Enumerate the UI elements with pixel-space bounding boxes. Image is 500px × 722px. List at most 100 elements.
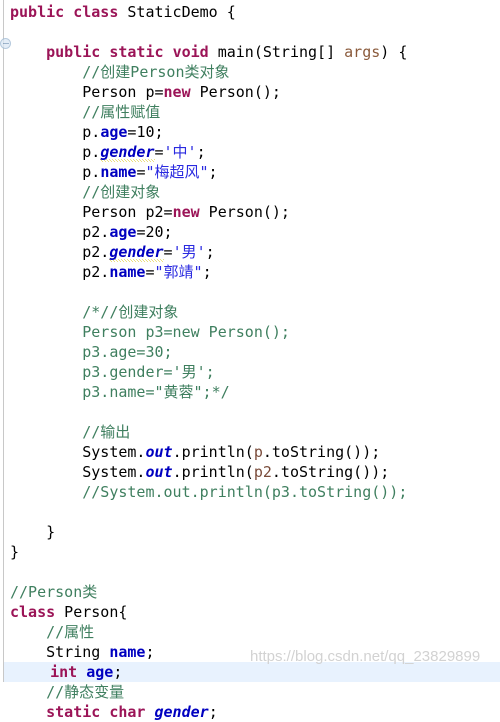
code-line[interactable]: p2.name="郭靖"; bbox=[0, 262, 500, 282]
code-token: //属性赋值 bbox=[10, 103, 161, 121]
code-line[interactable]: class Person{ bbox=[0, 602, 500, 622]
code-token: StaticDemo { bbox=[118, 3, 236, 21]
code-editor-viewport[interactable]: public class StaticDemo { public static … bbox=[0, 0, 500, 721]
code-token: //创建Person类对象 bbox=[10, 63, 230, 81]
code-token: args bbox=[344, 43, 381, 61]
code-token: "梅超风" bbox=[145, 163, 209, 181]
code-line[interactable]: String name; bbox=[0, 642, 500, 662]
code-token: ; bbox=[154, 123, 164, 141]
code-line[interactable]: System.out.println(p2.toString()); bbox=[0, 462, 500, 482]
code-line[interactable]: //静态变量 bbox=[0, 682, 500, 702]
code-token: ; bbox=[145, 643, 155, 661]
code-token: "郭靖" bbox=[154, 263, 203, 281]
code-token: public bbox=[46, 43, 101, 61]
code-token: name bbox=[109, 643, 146, 661]
code-token: Person(); bbox=[199, 203, 290, 221]
code-token: p2. bbox=[10, 223, 110, 241]
code-token: p bbox=[253, 443, 263, 461]
code-token: .println( bbox=[172, 463, 254, 481]
code-line[interactable] bbox=[0, 282, 500, 302]
code-line[interactable]: } bbox=[0, 522, 500, 542]
code-token: 20 bbox=[145, 223, 164, 241]
code-token: //属性 bbox=[10, 623, 95, 641]
code-token: char bbox=[109, 703, 146, 721]
code-line[interactable]: } bbox=[0, 542, 500, 562]
code-token: 10 bbox=[136, 123, 155, 141]
code-token: p2. bbox=[10, 243, 110, 261]
code-line[interactable] bbox=[0, 502, 500, 522]
code-line[interactable] bbox=[0, 22, 500, 42]
code-line[interactable]: p3.age=30; bbox=[0, 342, 500, 362]
code-token: age bbox=[109, 223, 137, 241]
code-line[interactable]: //创建对象 bbox=[0, 182, 500, 202]
code-token: age bbox=[86, 663, 114, 681]
code-line[interactable]: p2.age=20; bbox=[0, 222, 500, 242]
code-token: '中' bbox=[163, 143, 197, 161]
code-line[interactable]: public class StaticDemo { bbox=[0, 2, 500, 22]
code-line[interactable]: //创建Person类对象 bbox=[0, 62, 500, 82]
code-token: public bbox=[10, 3, 65, 21]
code-token: System. bbox=[10, 463, 146, 481]
code-token: System. bbox=[10, 443, 146, 461]
code-token: String bbox=[10, 643, 110, 661]
code-line[interactable]: p.name="梅超风"; bbox=[0, 162, 500, 182]
code-token: Person p= bbox=[10, 83, 164, 101]
code-line[interactable]: Person p3=new Person(); bbox=[0, 322, 500, 342]
code-token: ; bbox=[205, 243, 215, 261]
code-token: void bbox=[172, 43, 209, 61]
code-line[interactable]: /*//创建对象 bbox=[0, 302, 500, 322]
code-token: } bbox=[10, 523, 56, 541]
code-line[interactable]: p3.gender='男'; bbox=[0, 362, 500, 382]
code-token: gender bbox=[109, 243, 164, 262]
code-line[interactable]: p.age=10; bbox=[0, 122, 500, 142]
code-token: //输出 bbox=[10, 423, 131, 441]
code-token: class bbox=[10, 603, 56, 621]
code-token: ) { bbox=[380, 43, 408, 61]
code-line[interactable]: //属性赋值 bbox=[0, 102, 500, 122]
code-content[interactable]: public class StaticDemo { public static … bbox=[0, 0, 500, 722]
code-token: static bbox=[46, 703, 101, 721]
code-line[interactable]: System.out.println(p.toString()); bbox=[0, 442, 500, 462]
code-line[interactable]: p2.gender='男'; bbox=[0, 242, 500, 262]
code-token: ; bbox=[196, 143, 206, 161]
code-token: p2 bbox=[253, 463, 272, 481]
code-token: p3.age=30; bbox=[10, 343, 173, 361]
code-token: p3.name="黄蓉";*/ bbox=[10, 383, 230, 401]
code-token: gender bbox=[154, 703, 209, 721]
code-token: Person(); bbox=[190, 83, 281, 101]
code-token: gender bbox=[100, 143, 155, 162]
code-token: out bbox=[145, 463, 173, 481]
code-token: p. bbox=[10, 143, 101, 161]
code-line[interactable]: //属性 bbox=[0, 622, 500, 642]
code-line[interactable]: p.gender='中'; bbox=[0, 142, 500, 162]
code-token: name bbox=[109, 263, 146, 281]
code-line[interactable] bbox=[0, 562, 500, 582]
code-line[interactable]: //输出 bbox=[0, 422, 500, 442]
code-line[interactable]: //Person类 bbox=[0, 582, 500, 602]
code-line[interactable] bbox=[0, 402, 500, 422]
code-token: ; bbox=[208, 163, 218, 181]
code-line[interactable]: static char gender; bbox=[0, 702, 500, 722]
code-line[interactable]: p3.name="黄蓉";*/ bbox=[0, 382, 500, 402]
code-token: //Person类 bbox=[10, 583, 98, 601]
code-line[interactable]: public static void main(String[] args) { bbox=[0, 42, 500, 62]
code-token: static bbox=[109, 43, 164, 61]
code-line[interactable]: Person p=new Person(); bbox=[0, 82, 500, 102]
code-token: = bbox=[145, 263, 155, 281]
code-line-current[interactable]: int age; bbox=[4, 662, 500, 682]
code-token: ; bbox=[208, 703, 218, 721]
code-token: out bbox=[145, 443, 173, 461]
code-line[interactable]: Person p2=new Person(); bbox=[0, 202, 500, 222]
code-token: //静态变量 bbox=[10, 683, 125, 701]
code-token: ; bbox=[202, 263, 212, 281]
code-line[interactable]: //System.out.println(p3.toString()); bbox=[0, 482, 500, 502]
code-token: new bbox=[163, 83, 191, 101]
code-token: .toString()); bbox=[271, 463, 390, 481]
code-token: //System.out.println(p3.toString()); bbox=[10, 483, 408, 501]
code-token: = bbox=[154, 143, 164, 161]
code-token: age bbox=[100, 123, 128, 141]
code-token: p. bbox=[10, 123, 101, 141]
